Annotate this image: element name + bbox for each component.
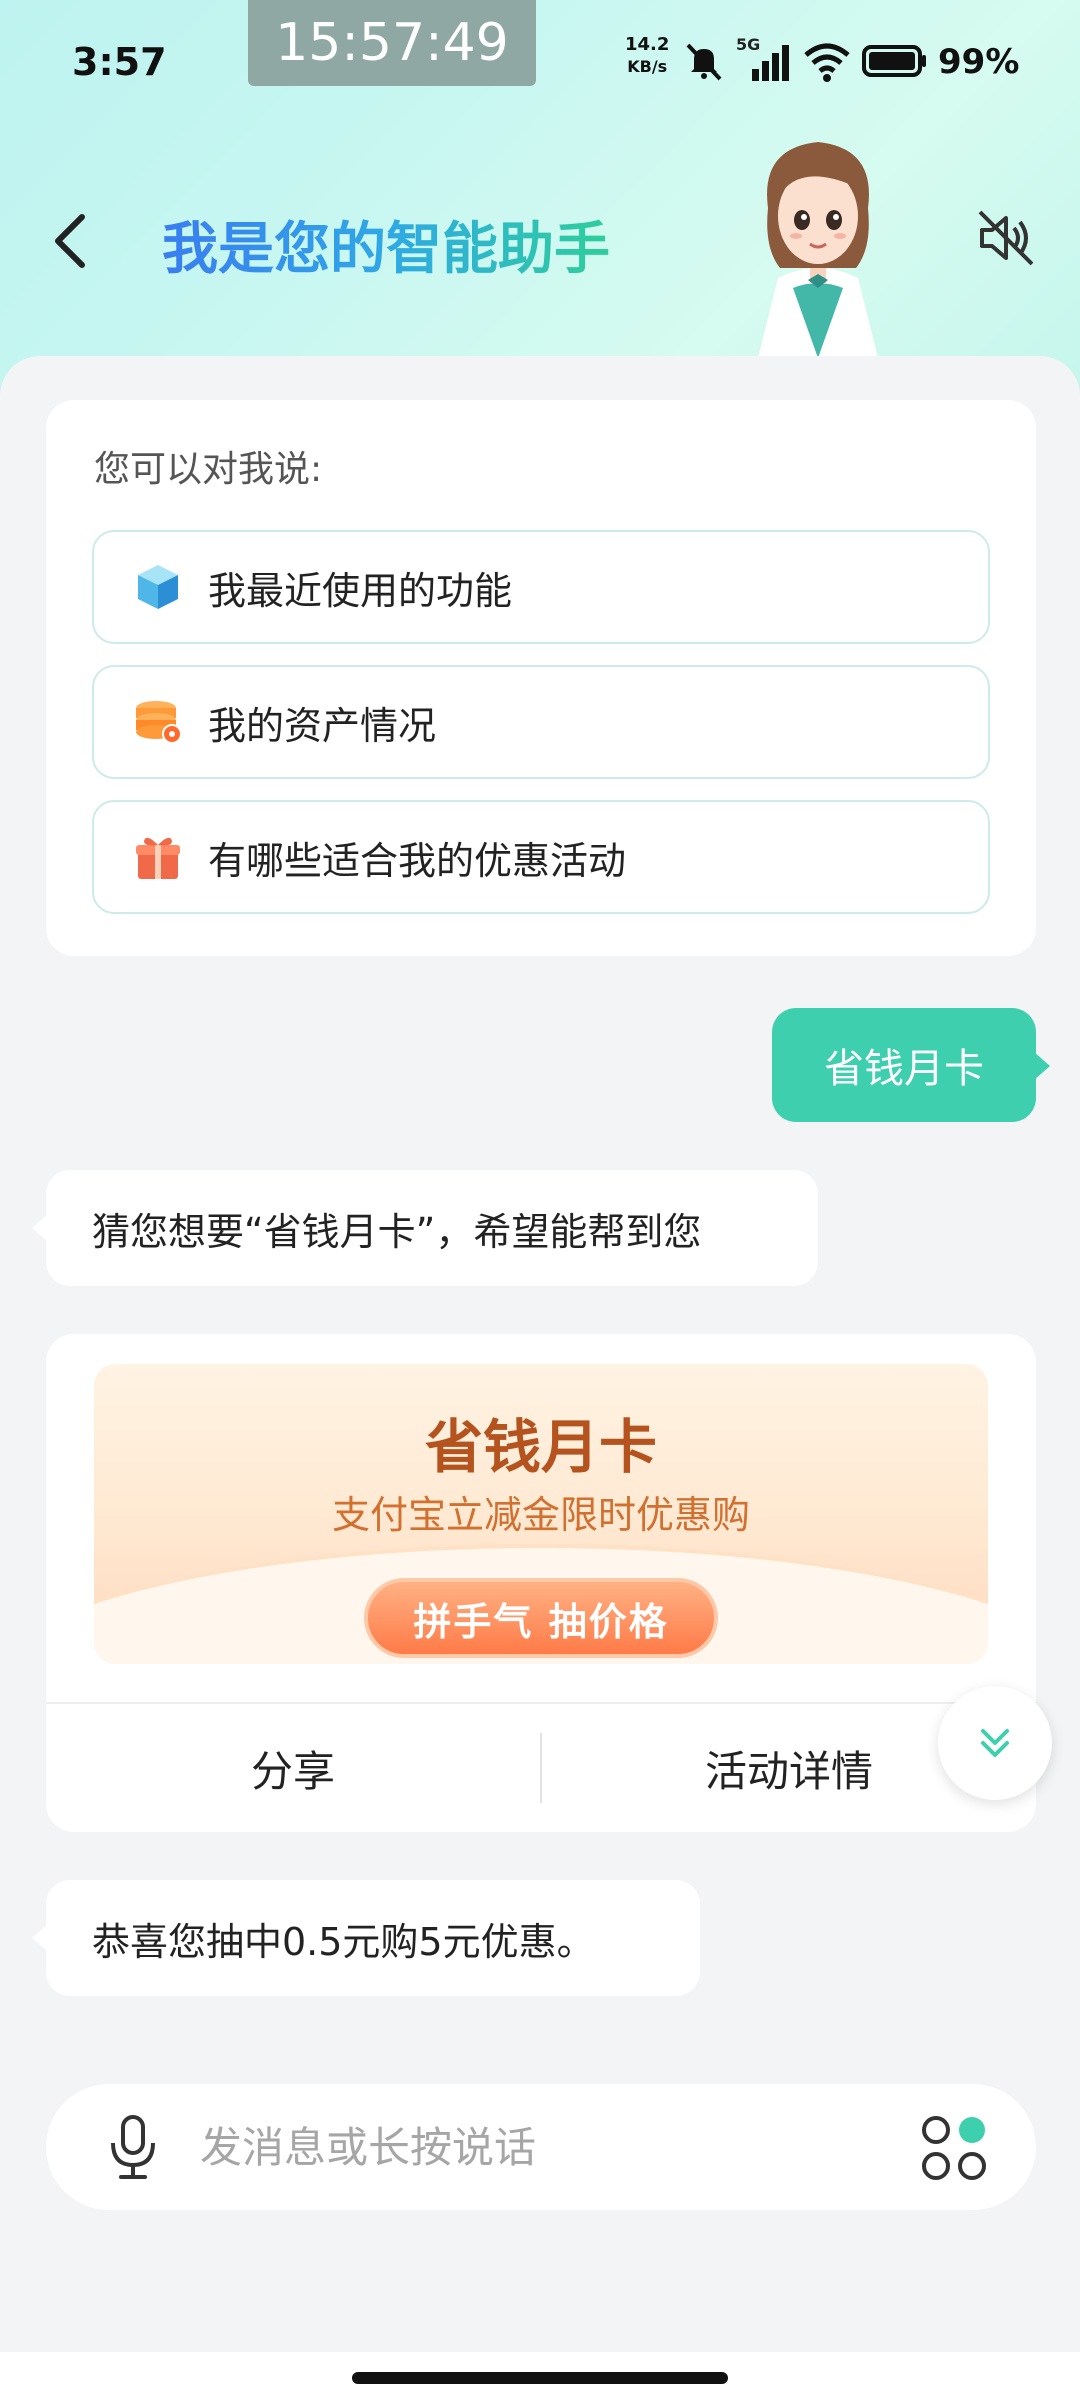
home-indicator[interactable] <box>352 2372 728 2384</box>
bot-message-text: 恭喜您抽中0.5元购5元优惠。 <box>92 1919 595 1964</box>
double-chevron-down-icon <box>981 1729 1009 1757</box>
message-input-bar <box>46 2084 1036 2210</box>
page-title: 我是您的智能助手 <box>162 204 610 285</box>
assistant-avatar <box>758 142 878 358</box>
status-icons: 5G <box>682 35 928 86</box>
scroll-to-bottom-button[interactable] <box>938 1686 1052 1800</box>
speaker-muted-icon <box>978 210 1034 266</box>
status-time: 3:57 <box>72 40 167 84</box>
microphone-icon <box>111 2115 155 2179</box>
message-input[interactable] <box>200 2107 880 2187</box>
promo-title: 省钱月卡 <box>424 1413 657 1481</box>
share-button[interactable]: 分享 <box>46 1704 540 1832</box>
status-bar: 3:57 15:57:49 14.2 KB/s 5G 99% <box>0 0 1080 120</box>
network-speed-unit: KB/s <box>627 57 668 76</box>
more-functions-button[interactable] <box>916 2110 992 2186</box>
suggestion-recent-features[interactable]: 我最近使用的功能 <box>92 530 990 644</box>
battery-percent: 99% <box>938 42 1020 82</box>
promo-actions: 分享 活动详情 <box>46 1702 1036 1832</box>
clock-overlay: 15:57:49 <box>248 0 536 86</box>
network-speed: 14.2 KB/s <box>625 34 669 78</box>
voice-button[interactable] <box>98 2112 168 2182</box>
back-chevron-icon <box>55 214 85 268</box>
cube-icon <box>138 565 178 609</box>
promo-subtitle: 支付宝立减金限时优惠购 <box>331 1493 750 1537</box>
suggestions-title: 您可以对我说: <box>94 449 323 490</box>
suggestion-assets[interactable]: 我的资产情况 <box>92 665 990 779</box>
network-speed-value: 14.2 <box>625 34 670 55</box>
suggestion-promotions[interactable]: 有哪些适合我的优惠活动 <box>92 800 990 914</box>
gift-icon <box>136 837 180 879</box>
promo-banner[interactable]: 省钱月卡 支付宝立减金限时优惠购 拼手气 抽价格 <box>94 1364 988 1664</box>
user-message-bubble: 省钱月卡 <box>772 1008 1050 1122</box>
mute-button[interactable] <box>968 200 1044 276</box>
suggestion-label: 我的资产情况 <box>208 703 437 748</box>
coin-stack-icon <box>136 701 182 744</box>
back-button[interactable] <box>40 206 100 276</box>
lucky-draw-button[interactable]: 拼手气 抽价格 <box>364 1578 718 1658</box>
wifi-icon <box>804 43 850 82</box>
suggestions-card: 您可以对我说: 我最近使用的功能 我的资产情况 有哪些适合我的优惠活动 <box>46 400 1036 956</box>
suggestion-label: 我最近使用的功能 <box>208 568 513 613</box>
apps-grid-icon <box>922 2116 986 2180</box>
bot-message-bubble: 猜您想要“省钱月卡”，希望能帮到您 <box>32 1170 818 1286</box>
bot-message-bubble: 恭喜您抽中0.5元购5元优惠。 <box>32 1880 700 1996</box>
bot-message-text: 猜您想要“省钱月卡”，希望能帮到您 <box>92 1209 702 1254</box>
signal-icon: 5G <box>736 35 792 83</box>
header: 我是您的智能助手 <box>0 120 1080 360</box>
mute-bell-icon <box>686 43 722 81</box>
promo-card: 省钱月卡 支付宝立减金限时优惠购 拼手气 抽价格 分享 活动详情 <box>46 1334 1036 1832</box>
battery-icon <box>862 45 926 77</box>
suggestion-label: 有哪些适合我的优惠活动 <box>208 838 627 883</box>
